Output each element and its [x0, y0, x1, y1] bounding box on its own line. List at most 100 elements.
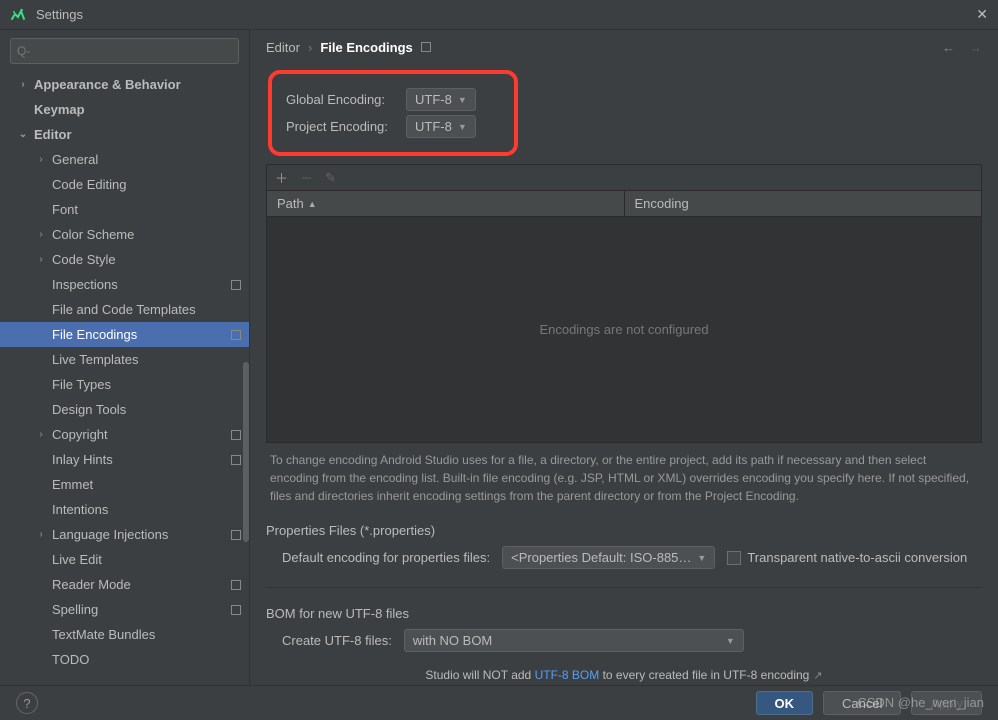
global-encoding-label: Global Encoding: — [286, 92, 398, 107]
sidebar-item[interactable]: Font — [0, 197, 249, 222]
properties-section-title: Properties Files (*.properties) — [266, 523, 982, 538]
project-badge-icon — [231, 330, 241, 340]
tree-item-label: File Encodings — [52, 327, 231, 342]
sidebar-item[interactable]: ›Language Injections — [0, 522, 249, 547]
cancel-button[interactable]: Cancel — [823, 691, 901, 715]
tree-item-label: Font — [52, 202, 241, 217]
sidebar-item[interactable]: ›Appearance & Behavior — [0, 72, 249, 97]
project-encoding-dropdown[interactable]: UTF-8 ▼ — [406, 115, 476, 138]
app-icon — [10, 7, 26, 23]
caret-down-icon: ▼ — [458, 122, 467, 132]
sidebar-item[interactable]: › Copyright — [0, 422, 249, 447]
edit-icon[interactable]: ✎ — [325, 170, 336, 186]
footer: ? OK Cancel Apply — [0, 685, 998, 720]
search-box[interactable] — [10, 38, 239, 64]
breadcrumb: Editor › File Encodings ← → — [250, 30, 998, 64]
sidebar-item[interactable]: Code Editing — [0, 172, 249, 197]
transparent-ascii-checkbox[interactable] — [727, 551, 741, 565]
sidebar-item[interactable]: TODO — [0, 647, 249, 672]
tree-arrow-icon: › — [36, 229, 46, 240]
breadcrumb-current: File Encodings — [320, 40, 412, 55]
tree-item-label: Reader Mode — [52, 577, 231, 592]
sidebar-item[interactable]: File Encodings — [0, 322, 249, 347]
tree-arrow-icon: ⌄ — [18, 129, 28, 140]
content-pane: Editor › File Encodings ← → Global Encod… — [250, 30, 998, 685]
close-icon[interactable]: ✕ — [976, 6, 988, 23]
help-button[interactable]: ? — [16, 692, 38, 714]
bom-hint: Studio will NOT add UTF-8 BOM to every c… — [250, 668, 998, 682]
project-encoding-label: Project Encoding: — [286, 119, 398, 134]
table-empty-state: Encodings are not configured — [267, 217, 981, 442]
sidebar-item[interactable]: › Color Scheme — [0, 222, 249, 247]
sidebar-item[interactable]: Design Tools — [0, 397, 249, 422]
tree-item-label: Live Templates — [52, 352, 241, 367]
sidebar-item[interactable]: Intentions — [0, 497, 249, 522]
external-link-icon: ↗ — [813, 670, 822, 682]
sidebar-item[interactable]: Inlay Hints — [0, 447, 249, 472]
tree-item-label: File and Code Templates — [52, 302, 241, 317]
sidebar-item[interactable]: Keymap — [0, 97, 249, 122]
global-encoding-dropdown[interactable]: UTF-8 ▼ — [406, 88, 476, 111]
sidebar-item[interactable]: File Types — [0, 372, 249, 397]
ok-button[interactable]: OK — [756, 691, 814, 715]
search-input[interactable] — [17, 44, 232, 58]
tree-item-label: File Types — [52, 377, 241, 392]
bom-label: Create UTF-8 files: — [282, 633, 392, 648]
tree-item-label: Design Tools — [52, 402, 241, 417]
sidebar-item[interactable]: ›Code Style — [0, 247, 249, 272]
bom-value: with NO BOM — [413, 633, 720, 648]
tree-arrow-icon: › — [36, 429, 46, 440]
sidebar-item[interactable]: › General — [0, 147, 249, 172]
sidebar-item[interactable]: File and Code Templates — [0, 297, 249, 322]
tree-item-label: TextMate Bundles — [52, 627, 241, 642]
tree-arrow-icon: › — [36, 154, 46, 165]
tree-item-label: Code Editing — [52, 177, 241, 192]
scrollbar-thumb[interactable] — [243, 362, 249, 542]
tree-item-label: TODO — [52, 652, 241, 667]
tree-item-label: Copyright — [52, 427, 231, 442]
tree-item-label: Code Style — [52, 252, 241, 267]
tree-item-label: Color Scheme — [52, 227, 241, 242]
info-text: To change encoding Android Studio uses f… — [266, 451, 982, 505]
sidebar-item[interactable]: Spelling — [0, 597, 249, 622]
caret-down-icon: ▼ — [697, 553, 706, 563]
project-badge-icon — [231, 605, 241, 615]
project-badge-icon — [421, 42, 431, 52]
properties-encoding-dropdown[interactable]: <Properties Default: ISO-885… ▼ — [502, 546, 715, 569]
column-path[interactable]: Path ▲ — [267, 191, 625, 216]
project-badge-icon — [231, 455, 241, 465]
sidebar-item[interactable]: TextMate Bundles — [0, 622, 249, 647]
properties-encoding-label: Default encoding for properties files: — [282, 550, 490, 565]
bom-dropdown[interactable]: with NO BOM ▼ — [404, 629, 744, 652]
tree-item-label: Inspections — [52, 277, 231, 292]
sidebar-item[interactable]: Reader Mode — [0, 572, 249, 597]
add-icon[interactable]: ＋ — [275, 168, 288, 187]
sidebar: ›Appearance & BehaviorKeymap⌄Editor›Gene… — [0, 30, 250, 685]
tree-item-label: Live Edit — [52, 552, 241, 567]
sidebar-item[interactable]: Emmet — [0, 472, 249, 497]
column-encoding[interactable]: Encoding — [625, 191, 982, 216]
global-encoding-value: UTF-8 — [415, 92, 452, 107]
project-badge-icon — [231, 430, 241, 440]
sidebar-item[interactable]: ⌄ Editor — [0, 122, 249, 147]
titlebar: Settings ✕ — [0, 0, 998, 30]
tree-item-label: General — [52, 152, 241, 167]
tree-item-label: Emmet — [52, 477, 241, 492]
bom-link[interactable]: UTF-8 BOM — [535, 668, 600, 682]
tree-item-label: Language Injections — [52, 527, 231, 542]
forward-icon[interactable]: → — [969, 40, 982, 55]
remove-icon[interactable]: － — [300, 168, 313, 187]
divider — [266, 587, 982, 588]
sidebar-item[interactable]: Live Templates — [0, 347, 249, 372]
sidebar-item[interactable]: Inspections — [0, 272, 249, 297]
window-title: Settings — [36, 7, 976, 22]
sidebar-item[interactable]: Live Edit — [0, 547, 249, 572]
tree-item-label: Appearance & Behavior — [34, 77, 241, 92]
properties-encoding-value: <Properties Default: ISO-885… — [511, 550, 691, 565]
apply-button[interactable]: Apply — [911, 691, 982, 715]
sort-asc-icon: ▲ — [308, 199, 317, 209]
breadcrumb-parent[interactable]: Editor — [266, 40, 300, 55]
tree-item-label: Editor — [34, 127, 241, 142]
back-icon[interactable]: ← — [942, 40, 955, 55]
transparent-ascii-label: Transparent native-to-ascii conversion — [747, 550, 967, 565]
